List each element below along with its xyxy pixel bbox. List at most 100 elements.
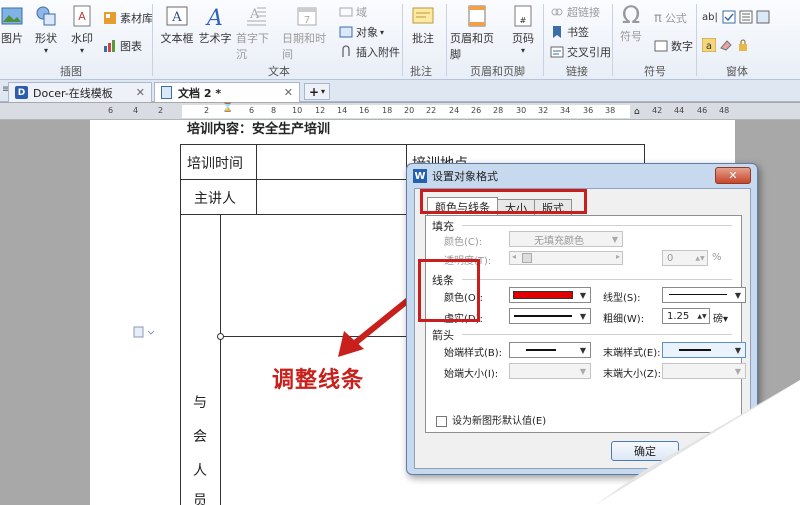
- plus-icon: +: [308, 84, 320, 99]
- indent-marker-icon[interactable]: ⌛: [222, 103, 233, 113]
- object-button[interactable]: 对象 ▾: [339, 24, 384, 40]
- line-style-dropdown[interactable]: ▼: [662, 287, 746, 303]
- spinner-icon: ▲▼: [697, 312, 707, 320]
- ruler-number: 2: [204, 106, 210, 115]
- watermark-button[interactable]: A 水印 ▾: [68, 4, 96, 55]
- highlight-tabs-box: [420, 189, 587, 214]
- grid-icon[interactable]: [756, 10, 770, 24]
- textbox-button[interactable]: A 文本框: [160, 4, 194, 46]
- svg-text:A: A: [78, 10, 86, 23]
- chevron-down-icon: ▼: [734, 290, 742, 300]
- pagenum-button[interactable]: # 页码 ▾: [510, 4, 536, 55]
- line-handle[interactable]: [217, 333, 224, 340]
- transparency-slider[interactable]: ◂ ▸: [509, 251, 623, 265]
- chevron-down-icon: ▾: [321, 87, 326, 96]
- page-curl-decoration: [595, 380, 800, 505]
- tab-docer[interactable]: D Docer-在线模板 ✕: [8, 82, 152, 102]
- lock-icon[interactable]: [736, 38, 750, 52]
- headerfooter-icon: [468, 5, 486, 27]
- cell-attendee-char: 人: [193, 463, 207, 479]
- picture-icon: [1, 7, 23, 25]
- highlight-line-box: [418, 259, 480, 322]
- shading-icon[interactable]: a: [702, 38, 716, 52]
- crossref-button[interactable]: 交叉引用: [550, 44, 611, 60]
- wps-writer-icon: W: [413, 169, 427, 183]
- cell-speaker: 主讲人: [194, 191, 236, 207]
- dropcap-button[interactable]: A 首字下沉: [236, 4, 276, 62]
- bookmark-button[interactable]: 书签: [550, 24, 589, 40]
- paste-options-icon[interactable]: [132, 325, 156, 339]
- ruler-number: 28: [493, 106, 504, 115]
- chevron-down-icon: ▼: [579, 366, 587, 376]
- weight-unit: 磅▾: [713, 314, 729, 325]
- datetime-button[interactable]: 7 日期和时间: [282, 4, 332, 62]
- svg-text:7: 7: [304, 15, 310, 26]
- close-tab-icon[interactable]: ✕: [136, 86, 145, 99]
- attachment-button[interactable]: 插入附件: [339, 44, 400, 60]
- ruler-number: 44: [674, 106, 685, 115]
- textfield-icon[interactable]: ab|: [702, 12, 718, 23]
- formula-button[interactable]: π 公式: [654, 10, 687, 26]
- object-icon: [339, 26, 353, 38]
- comment-button[interactable]: 批注: [408, 4, 438, 46]
- close-tab-icon[interactable]: ✕: [284, 86, 293, 99]
- default-checkbox[interactable]: [436, 415, 447, 427]
- field-icon: [339, 7, 353, 17]
- checkbox-icon[interactable]: [722, 10, 736, 24]
- line-color-swatch: [513, 291, 573, 299]
- group-separator: [696, 4, 697, 76]
- begin-style-label: 始端样式(B):: [444, 348, 503, 359]
- transparency-input[interactable]: 0 ▲▼: [662, 250, 708, 266]
- ruler-number: 32: [538, 106, 549, 115]
- horizontal-ruler[interactable]: 6 4 2 2 6 8 10 12 14 16 18 20 22 24 26 2…: [0, 103, 800, 120]
- document-icon: [161, 86, 172, 99]
- default-checkbox-row[interactable]: 设为新图形默认值(E): [436, 412, 546, 427]
- begin-size-label: 始端大小(I):: [444, 369, 499, 380]
- close-button[interactable]: ✕: [715, 167, 751, 184]
- fill-color-dropdown[interactable]: 无填充颜色 ▼: [509, 231, 623, 247]
- line-weight-input[interactable]: 1.25 ▲▼: [662, 308, 710, 324]
- tab-document-2[interactable]: 文档 2 * ✕: [154, 82, 300, 102]
- table-border: [180, 144, 645, 145]
- right-indent-marker-icon[interactable]: ⌂: [634, 107, 640, 117]
- left-arrow-icon: ◂: [512, 252, 517, 261]
- spinner-icon: ▲▼: [695, 254, 705, 262]
- end-size-dropdown[interactable]: ▼: [662, 363, 746, 379]
- eraser-icon[interactable]: [719, 38, 733, 52]
- line-color-dropdown[interactable]: ▼: [509, 287, 591, 303]
- document-tab-bar: ≡ D Docer-在线模板 ✕ 文档 2 * ✕ + ▾: [0, 80, 800, 102]
- dialog-titlebar[interactable]: W 设置对象格式: [407, 164, 757, 188]
- arrows-section-title: 箭头: [432, 329, 454, 342]
- ruler-number: 12: [315, 106, 326, 115]
- svg-text:#: #: [520, 16, 527, 25]
- chart-button[interactable]: 图表: [103, 38, 142, 54]
- field-button[interactable]: 域: [339, 4, 367, 20]
- headerfooter-button[interactable]: 页眉和页脚: [450, 4, 504, 62]
- textbox-icon: A: [166, 6, 188, 26]
- calendar-icon: 7: [297, 7, 317, 26]
- hyperlink-button[interactable]: 超链接: [550, 4, 600, 20]
- bookmark-icon: [553, 26, 561, 38]
- pagenum-icon: #: [514, 5, 532, 27]
- shape-button[interactable]: 形状 ▾: [32, 4, 60, 55]
- symbol-button[interactable]: Ω 符号: [616, 2, 646, 44]
- end-style-dropdown[interactable]: ▼: [662, 342, 746, 358]
- new-tab-button[interactable]: + ▾: [304, 83, 330, 100]
- ruler-number: 24: [449, 106, 460, 115]
- begin-size-dropdown[interactable]: ▼: [509, 363, 591, 379]
- group-label-link: 链接: [566, 65, 588, 78]
- line-sample: [669, 294, 727, 295]
- line-dash-dropdown[interactable]: ▼: [509, 308, 591, 324]
- begin-style-dropdown[interactable]: ▼: [509, 342, 591, 358]
- chevron-down-icon: ▼: [734, 345, 742, 355]
- wordart-button[interactable]: A 艺术字: [198, 4, 232, 46]
- cell-attendee-char: 员: [193, 493, 207, 505]
- material-button[interactable]: 素材库: [103, 10, 153, 26]
- picture-button[interactable]: 图片: [0, 4, 24, 46]
- slider-thumb[interactable]: [522, 253, 532, 263]
- link-icon: [551, 8, 563, 16]
- number-button[interactable]: 数字: [654, 38, 693, 54]
- comment-icon: [412, 7, 434, 24]
- ruler-number: 38: [605, 106, 616, 115]
- listbox-icon[interactable]: [739, 10, 753, 24]
